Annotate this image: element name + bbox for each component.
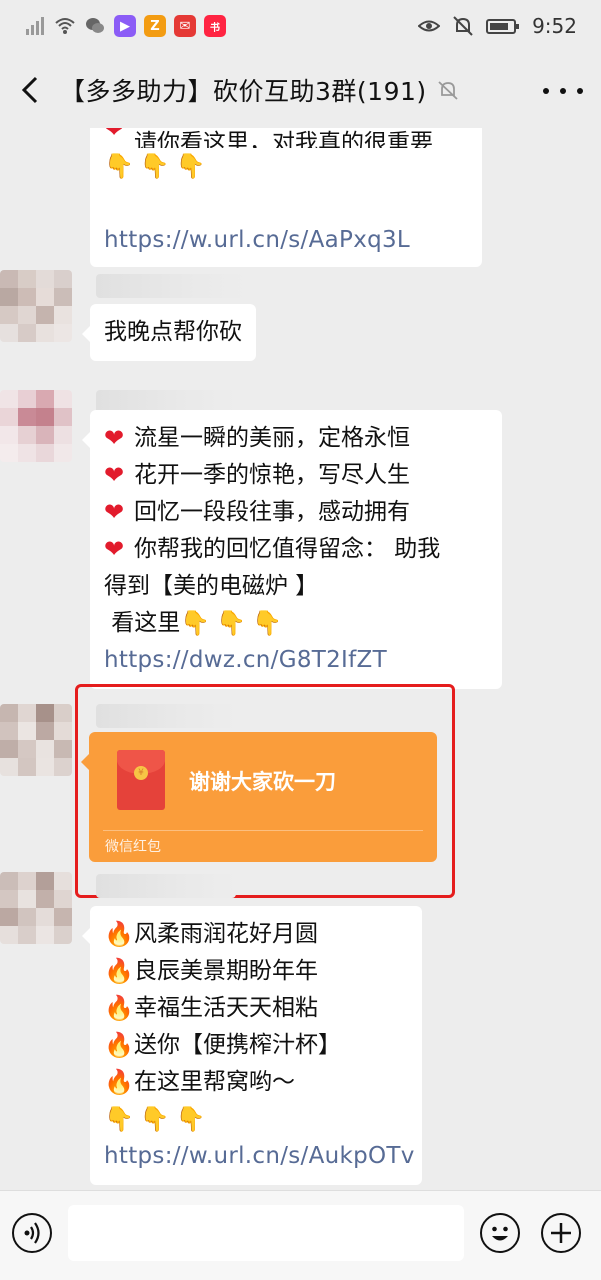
- message-line: ❤ 回忆一段段往事，感动拥有: [104, 494, 488, 531]
- message-link[interactable]: https://w.url.cn/s/AukpOTv: [104, 1138, 414, 1175]
- message-line: 🔥 幸福生活天天相粘: [104, 990, 408, 1027]
- message-line: [104, 185, 468, 222]
- message-text: 送你【便携榨汁杯】: [134, 1032, 341, 1058]
- message-partial-line: 请你看这里，对我真的很重要: [134, 130, 433, 148]
- message-line: ❤ 你帮我的回忆值得留念： 助我: [104, 531, 488, 568]
- message-text: 风柔雨润花好月圆: [134, 921, 318, 947]
- message-text: 流星一瞬的美丽，定格永恒: [134, 425, 410, 451]
- video-app-icon: ▶: [114, 15, 136, 37]
- avatar[interactable]: [0, 704, 72, 776]
- chat-header: 【多多助力】砍价互助3群(191): [0, 52, 601, 128]
- red-app-icon: ✉: [174, 15, 196, 37]
- emoji-icon: [492, 1226, 508, 1241]
- message-line: 🔥 在这里帮窝哟～: [104, 1064, 408, 1101]
- message-line: ❤ 花开一季的惊艳，写尽人生: [104, 457, 488, 494]
- highlight-box: [75, 684, 455, 898]
- more-dots-icon: [543, 88, 549, 94]
- status-bar-right: 9:52: [418, 14, 577, 38]
- message-bubble-5[interactable]: 🔥 风柔雨润花好月圆 🔥 良辰美景期盼年年 🔥 幸福生活天天相粘 🔥 送你【便携榨汁杯】…: [82, 906, 422, 1185]
- bell-muted-icon: [438, 81, 458, 100]
- message-bubble-1[interactable]: ❤ 请你看这里，对我真的很重要 👇👇👇 https://w.url.cn/s/Aa…: [90, 128, 482, 267]
- emoji-button[interactable]: [480, 1213, 520, 1253]
- chat-messages[interactable]: ❤ 请你看这里，对我真的很重要 👇👇👇 https://w.url.cn/s/Aa…: [0, 128, 601, 1190]
- status-time: 9:52: [532, 14, 577, 38]
- message-input[interactable]: [68, 1205, 464, 1261]
- message-text: 在这里帮窝哟～: [134, 1069, 295, 1095]
- message-text: 幸福生活天天相粘: [134, 995, 318, 1021]
- message-line: 👇👇👇: [104, 148, 468, 185]
- pointing-down-icon: 👇👇👇: [104, 152, 212, 180]
- message-text: 花开一季的惊艳，写尽人生: [134, 462, 410, 488]
- more-functions-button[interactable]: [541, 1213, 581, 1253]
- eye-icon: [418, 20, 441, 32]
- status-bar-left: ▶ Z ✉ 书: [24, 15, 226, 37]
- avatar[interactable]: [0, 872, 72, 944]
- heart-icon: ❤: [104, 498, 125, 526]
- back-button[interactable]: [0, 52, 60, 128]
- message-bubble-3[interactable]: ❤ 流星一瞬的美丽，定格永恒 ❤ 花开一季的惊艳，写尽人生 ❤ 回忆一段段往事，感动拥…: [82, 410, 502, 689]
- coin-icon: ¥: [134, 766, 148, 780]
- plus-icon: [551, 1223, 571, 1243]
- fire-icon: 🔥: [104, 1031, 134, 1059]
- message-line: ❤ 流星一瞬的美丽，定格永恒: [104, 420, 488, 457]
- wechat-icon: [86, 18, 104, 33]
- more-dot: [560, 88, 566, 94]
- fire-icon: 🔥: [104, 1068, 134, 1096]
- message-line: 👇👇👇: [104, 1101, 408, 1138]
- message-line: 🔥 良辰美景期盼年年: [104, 953, 408, 990]
- message-text: 我晚点帮你砍: [104, 319, 242, 345]
- sender-name: [96, 874, 236, 898]
- voice-button[interactable]: [12, 1213, 52, 1253]
- do-not-disturb-icon: [453, 16, 473, 36]
- input-bar: [0, 1190, 601, 1280]
- more-dot: [577, 88, 583, 94]
- message-link[interactable]: https://w.url.cn/s/AaPxq3L: [104, 222, 468, 259]
- message-line: 看这里 👇👇👇: [104, 605, 488, 642]
- message-text: 你帮我的回忆值得留念： 助我: [134, 536, 441, 562]
- sender-name: [96, 274, 246, 298]
- zhihu-app-icon: Z: [144, 15, 166, 37]
- battery-icon: [486, 19, 520, 34]
- heart-icon: ❤: [104, 128, 125, 143]
- voice-icon: [24, 1222, 40, 1244]
- back-arrow-icon: [21, 76, 38, 104]
- fire-icon: 🔥: [104, 957, 134, 985]
- message-bubble-2[interactable]: 我晚点帮你砍: [82, 304, 256, 361]
- message-text: 良辰美景期盼年年: [134, 958, 318, 984]
- wifi-icon: [55, 18, 75, 34]
- heart-icon: ❤: [104, 424, 125, 452]
- heart-icon: ❤: [104, 461, 125, 489]
- message-line: 🔥 送你【便携榨汁杯】: [104, 1027, 408, 1064]
- xiaohongshu-app-icon: 书: [204, 15, 226, 37]
- message-text: 回忆一段段往事，感动拥有: [134, 499, 410, 525]
- status-bar: ▶ Z ✉ 书 9:52: [0, 0, 601, 52]
- signal-icon: [26, 17, 44, 35]
- fire-icon: 🔥: [104, 920, 134, 948]
- heart-icon: ❤: [104, 535, 125, 563]
- message-link[interactable]: https://dwz.cn/G8T2IfZT: [104, 642, 488, 679]
- pointing-down-icon: 👇👇👇: [104, 1105, 212, 1133]
- avatar[interactable]: [0, 270, 72, 342]
- message-line: 🔥 风柔雨润花好月圆: [104, 916, 408, 953]
- avatar[interactable]: [0, 390, 72, 462]
- pointing-down-icon: 👇👇👇: [180, 609, 288, 637]
- more-button[interactable]: [543, 74, 583, 108]
- message-line: 得到【美的电磁炉 】: [104, 573, 319, 599]
- message-line: ❤ 请你看这里，对我真的很重要: [104, 128, 468, 148]
- message-text: 看这里: [104, 610, 181, 636]
- fire-icon: 🔥: [104, 994, 134, 1022]
- chat-title: 【多多助力】砍价互助3群(191): [60, 77, 427, 106]
